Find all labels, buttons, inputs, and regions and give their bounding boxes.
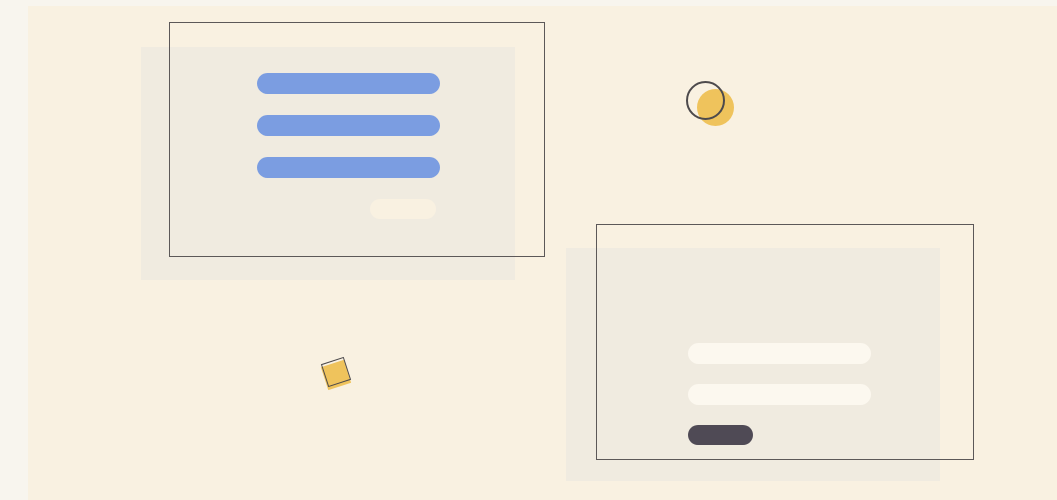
input-field-placeholder-1 [688,343,871,364]
input-field-placeholder-2 [688,384,871,405]
circle-decoration-outline [686,81,725,120]
card-top-left-outline [169,22,545,257]
dark-pill-button [688,425,753,445]
content-line-1 [257,73,440,94]
content-line-3 [257,157,440,178]
card-bottom-right-outline [596,224,974,460]
faint-pill-button [370,199,436,219]
content-line-2 [257,115,440,136]
